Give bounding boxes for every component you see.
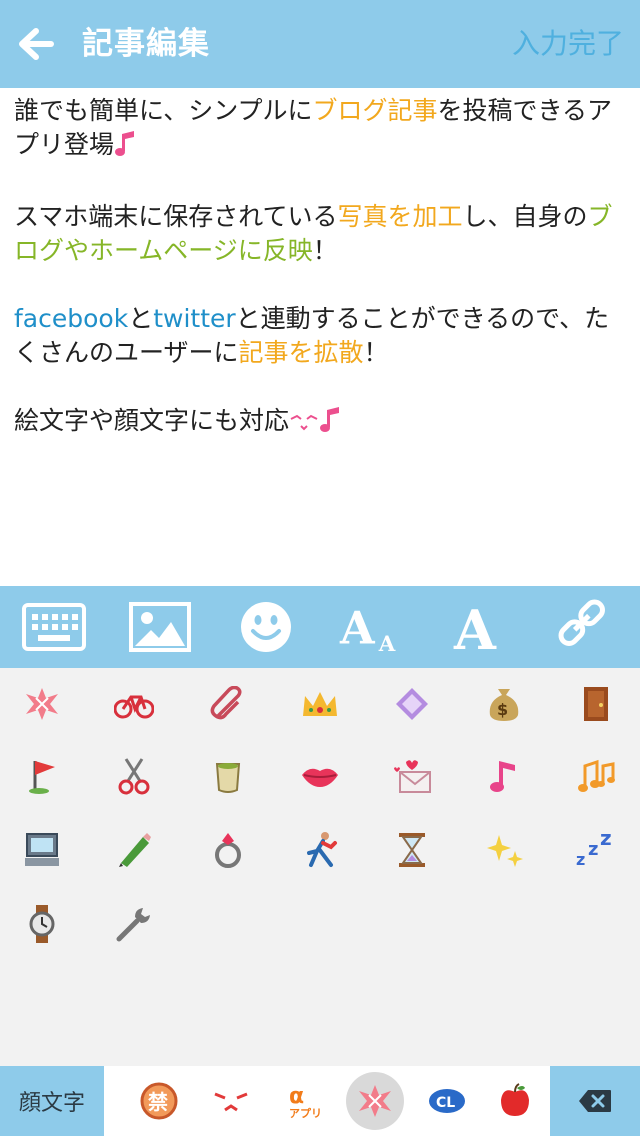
category-angry-face[interactable] [206,1076,256,1126]
page-title: 記事編集 [82,26,210,62]
svg-text:z: z [576,850,585,869]
font-size-icon: A A [339,601,396,654]
facebook-link[interactable]: facebook [14,304,128,333]
flag-icon[interactable] [18,752,66,800]
keyboard-icon [22,603,86,651]
door-icon[interactable] [572,680,620,728]
editor-toolbar: A A A [0,586,640,668]
emoji-panel: $ zzz [0,668,640,1066]
svg-text:CL: CL [436,1095,455,1111]
sparkles-icon[interactable] [480,826,528,874]
category-apple[interactable] [490,1076,540,1126]
money-bag-icon[interactable]: $ [480,680,528,728]
link-icon [558,599,605,646]
kaomoji-tab[interactable]: 顔文字 [0,1066,104,1136]
category-cl[interactable]: CL [422,1076,472,1126]
keyboard-button[interactable] [22,596,86,658]
svg-text:A: A [378,632,396,654]
font-size-button[interactable]: A A [338,596,402,658]
apple-icon [501,1083,529,1116]
tea-icon[interactable] [204,752,252,800]
svg-text:z: z [600,831,612,850]
watch-icon[interactable] [18,900,66,948]
image-icon [129,602,191,652]
svg-text:A: A [453,599,497,655]
notes-icon[interactable] [572,752,620,800]
cl-icon: CL [429,1089,465,1113]
svg-text:$: $ [497,700,508,719]
love-letter-icon[interactable] [388,752,436,800]
paragraph-2: スマホ端末に保存されている写真を加工し、自身のブログやホームページに反映！ [14,202,613,265]
music-note-icon [114,131,136,166]
link-button[interactable] [554,596,618,658]
computer-icon[interactable] [18,826,66,874]
prohibited-icon: 禁 [140,1082,178,1120]
back-button[interactable] [14,22,58,66]
backspace-button[interactable] [550,1066,640,1136]
category-prohibited[interactable]: 禁 [134,1076,184,1126]
image-button[interactable] [128,596,192,658]
paragraph-1: 誰でも簡単に、シンプルにブログ記事を投稿できるアプリ登場 [14,94,626,166]
svg-text:A: A [339,601,376,654]
backspace-icon [579,1090,611,1112]
article-editor[interactable]: 誰でも簡単に、シンプルにブログ記事を投稿できるアプリ登場 スマホ端末に保存されて… [0,88,640,586]
twitter-link[interactable]: twitter [153,304,235,333]
kiss-face-icon [289,408,319,442]
back-arrow-icon [19,28,54,60]
highlight-text: 写真を加工 [337,202,463,231]
done-button[interactable]: 入力完了 [512,24,624,64]
header-bar: 記事編集 入力完了 [0,0,640,88]
hourglass-icon[interactable] [388,826,436,874]
svg-text:禁: 禁 [148,1090,168,1114]
paragraph-3: facebookとtwitterと連動することができるので、たくさんのユーザーに… [14,304,610,367]
music-note-icon [319,407,341,442]
lips-icon[interactable] [296,752,344,800]
pencil-icon[interactable] [110,826,158,874]
highlight-text: ブログ記事 [312,96,438,125]
bicycle-icon[interactable] [110,680,158,728]
emoji-category-bar: 顔文字 禁 α アプリ CL [0,1066,640,1136]
svg-text:アプリ: アプリ [289,1106,322,1120]
svg-text:α: α [289,1084,304,1109]
paperclip-icon[interactable] [204,680,252,728]
scissors-icon[interactable] [110,752,158,800]
svg-text:z: z [588,839,598,860]
wrench-icon[interactable] [110,900,158,948]
note-icon[interactable] [480,752,528,800]
paragraph-4: 絵文字や顔文字にも対応 [14,404,626,442]
angry-face-icon [214,1092,248,1112]
highlight-text: 記事を拡散 [238,338,364,367]
emoji-button[interactable] [234,596,298,658]
crown-icon[interactable] [296,680,344,728]
app-icon: αアプリ [289,1084,322,1120]
category-anger[interactable] [346,1072,404,1130]
runner-icon[interactable] [296,826,344,874]
ring-icon[interactable] [204,826,252,874]
anger-icon[interactable] [18,680,66,728]
zzz-icon[interactable]: zzz [572,826,620,874]
anger-icon [359,1085,391,1117]
font-style-icon: A [453,599,497,655]
smiley-icon [241,602,291,652]
font-style-button[interactable]: A [446,596,510,658]
category-app[interactable]: α アプリ [278,1076,328,1126]
diamond-icon[interactable] [388,680,436,728]
